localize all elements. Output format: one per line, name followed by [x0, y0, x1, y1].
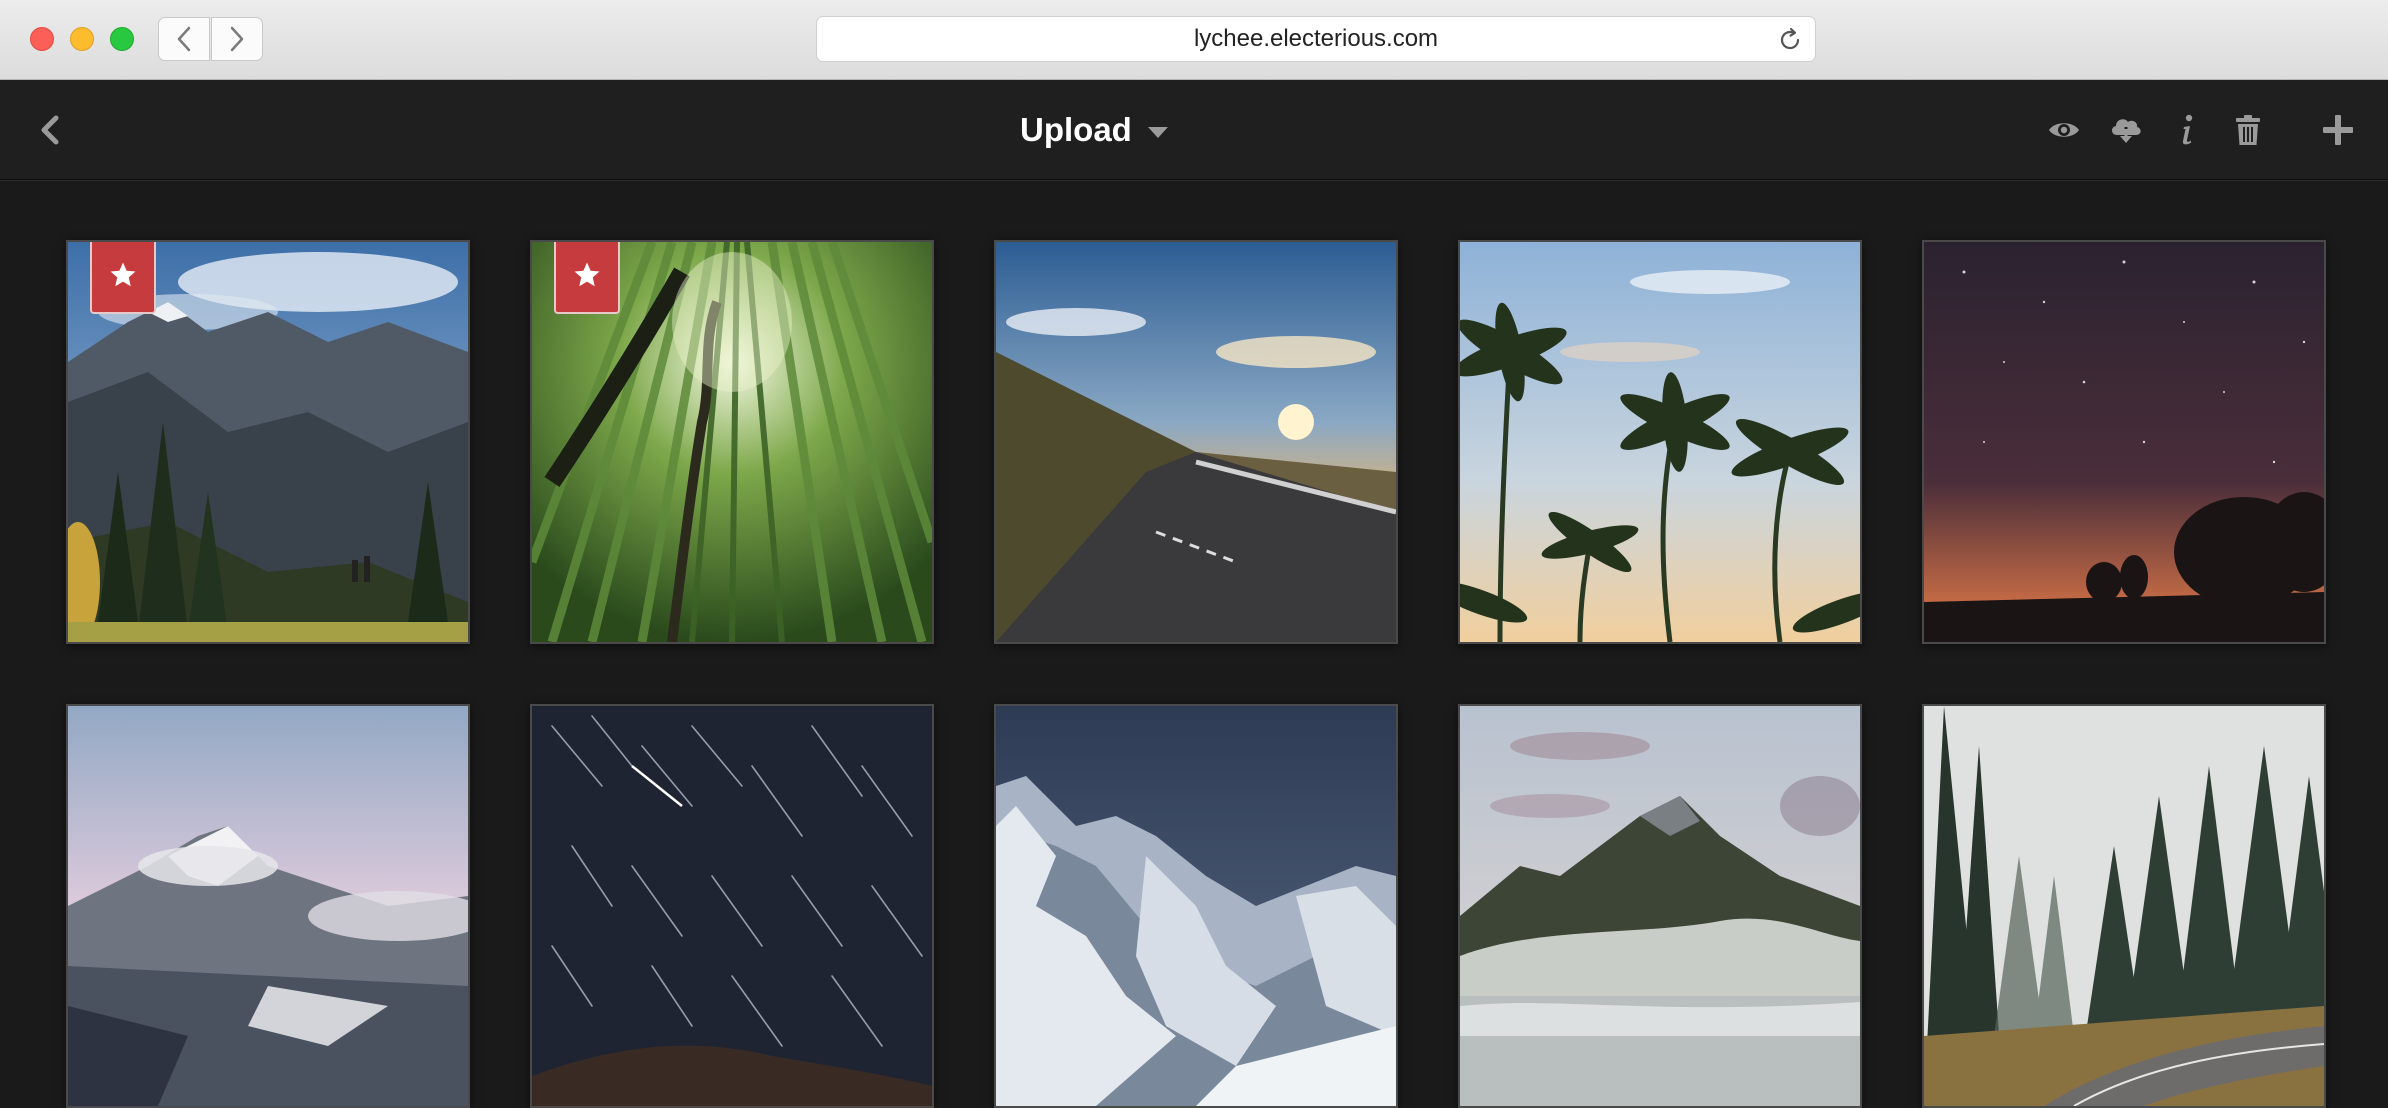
star-icon [574, 262, 600, 287]
photo-thumbnail[interactable] [994, 240, 1398, 644]
browser-forward-button[interactable] [211, 17, 263, 61]
plus-icon[interactable] [2318, 110, 2358, 150]
photo-thumbnail[interactable] [1922, 240, 2326, 644]
photo-thumbnail[interactable] [994, 704, 1398, 1108]
photo-thumbnail[interactable] [1458, 704, 1862, 1108]
photo-misty-mountain-lake [1460, 706, 1860, 1106]
page-title: Upload [1020, 111, 1132, 148]
favorite-badge [554, 242, 620, 314]
address-bar-url: lychee.electerious.com [1193, 25, 1439, 52]
photo-thumbnail[interactable] [1458, 240, 1862, 644]
photo-thumbnail[interactable] [66, 240, 470, 644]
photo-thumbnail[interactable] [66, 704, 470, 1108]
address-bar[interactable]: lychee.electerious.com [816, 16, 1816, 62]
chevron-left-icon[interactable] [30, 110, 70, 150]
star-icon [110, 262, 136, 287]
photo-sunset-road [996, 242, 1396, 642]
photo-thumbnail[interactable] [530, 704, 934, 1108]
photo-grid [0, 180, 2388, 1108]
photo-starry-night [1924, 242, 2324, 642]
trash-icon[interactable] [2228, 110, 2268, 150]
browser-toolbar: lychee.electerious.com [0, 0, 2388, 80]
photo-palm-trees [1460, 242, 1860, 642]
eye-icon[interactable] [2044, 110, 2084, 150]
cloud-download-icon[interactable] [2106, 110, 2146, 150]
photo-glacier-peaks [996, 706, 1396, 1106]
photo-thumbnail[interactable] [1922, 704, 2326, 1108]
app-header: Upload [0, 80, 2388, 180]
album-title-dropdown[interactable]: Upload [1020, 102, 1168, 158]
window-close-button[interactable] [30, 27, 54, 51]
info-icon[interactable] [2168, 110, 2208, 150]
window-minimize-button[interactable] [70, 27, 94, 51]
photo-thumbnail[interactable] [530, 240, 934, 644]
window-maximize-button[interactable] [110, 27, 134, 51]
caret-down-icon [1147, 126, 1168, 138]
chevron-right-icon [230, 26, 244, 52]
photo-snowy-mountain [68, 706, 468, 1106]
favorite-badge [90, 242, 156, 314]
browser-back-button[interactable] [158, 17, 210, 61]
photo-star-trails [532, 706, 932, 1106]
reload-icon[interactable] [1777, 27, 1803, 53]
chevron-left-icon [177, 26, 191, 52]
photo-foggy-forest-road [1924, 706, 2324, 1106]
